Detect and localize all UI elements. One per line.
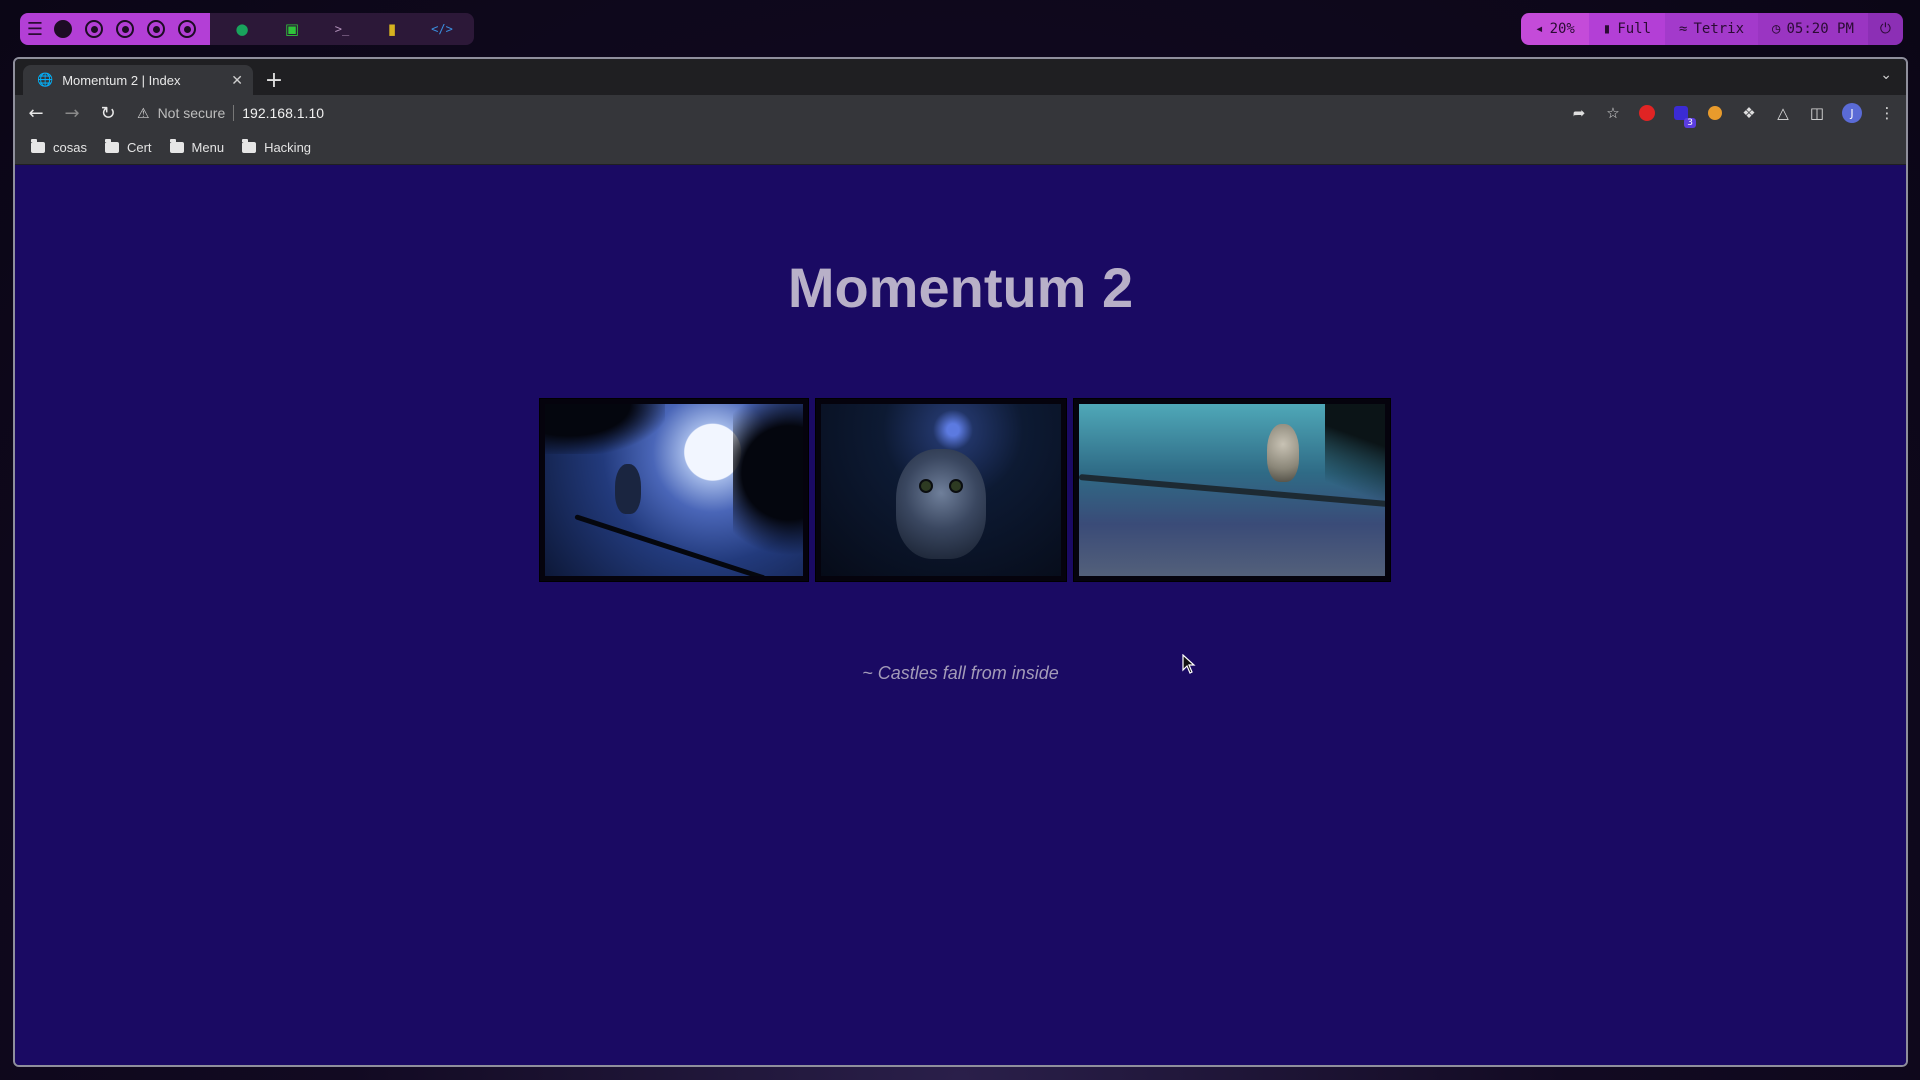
globe-icon: 🌐 — [37, 72, 54, 87]
workspace-1-icon[interactable] — [54, 20, 72, 38]
separator — [233, 105, 235, 121]
extension-red-icon[interactable] — [1638, 104, 1656, 122]
extension-blue-icon[interactable]: 3 — [1672, 104, 1696, 128]
owl-moon-image — [539, 398, 809, 582]
flask-icon[interactable]: △ — [1774, 104, 1792, 122]
workspace-5-icon[interactable] — [178, 20, 196, 38]
bookmark-label: Cert — [126, 140, 152, 155]
bookmark-label: Hacking — [264, 140, 312, 155]
folder-icon[interactable]: ▮ — [382, 19, 402, 39]
owl-branch-image — [1073, 398, 1391, 582]
avatar[interactable]: J — [1842, 103, 1862, 123]
tab-strip: 🌐 Momentum 2 | Index ✕ + ⌄ — [15, 59, 1906, 95]
image-gallery — [539, 398, 1391, 582]
workspace-4-icon[interactable] — [147, 20, 165, 38]
workspace-2-icon[interactable] — [85, 20, 103, 38]
wifi-icon: ≈ — [1679, 21, 1688, 37]
browser-window: 🌐 Momentum 2 | Index ✕ + ⌄ ← → ↻ ⚠ Not s… — [13, 57, 1908, 1067]
volume-indicator[interactable]: ◂ 20% — [1521, 13, 1589, 45]
top-panel: ☰ ● ▣ >_ ▮ </> ◂ 20% ▮ Full ≈ Tetrix ◷ 0… — [20, 13, 1903, 45]
bookmark-label: Menu — [191, 140, 225, 155]
close-icon[interactable]: ✕ — [231, 72, 243, 89]
new-tab-button[interactable]: + — [259, 65, 289, 95]
sidebar-icon[interactable]: ◫ — [1808, 104, 1826, 122]
battery-icon: ▮ — [1602, 21, 1612, 37]
clock[interactable]: ◷ 05:20 PM — [1758, 13, 1868, 45]
security-label: Not secure — [157, 105, 226, 121]
folder-icon — [104, 139, 119, 153]
more-icon[interactable]: ⋮ — [1878, 104, 1896, 122]
bookmark-label: cosas — [53, 140, 87, 155]
app-launcher: ● ▣ >_ ▮ </> — [210, 13, 474, 45]
battery-value: Full — [1617, 21, 1652, 37]
code-icon[interactable]: </> — [431, 19, 453, 39]
owl-closeup-image — [815, 398, 1067, 582]
bookmark-cosas[interactable]: cosas — [31, 139, 87, 155]
menu-icon[interactable]: ☰ — [20, 13, 50, 45]
folder-icon — [31, 139, 45, 153]
battery-indicator[interactable]: ▮ Full — [1588, 13, 1666, 45]
network-name: Tetrix — [1693, 21, 1745, 37]
clock-time: 05:20 PM — [1786, 21, 1854, 37]
speaker-icon: ◂ — [1535, 21, 1544, 37]
package-icon[interactable]: ▣ — [282, 19, 302, 39]
chevron-down-icon[interactable]: ⌄ — [1880, 67, 1892, 83]
quote-text: ~ Castles fall from inside — [862, 663, 1059, 683]
reload-icon[interactable]: ↻ — [97, 103, 119, 124]
forward-arrow-icon[interactable]: → — [61, 103, 83, 124]
address-bar[interactable]: ⚠ Not secure 192.168.1.10 — [137, 105, 1556, 122]
star-icon[interactable]: ☆ — [1604, 104, 1622, 122]
bookmark-menu[interactable]: Menu — [169, 139, 225, 155]
url-text[interactable]: 192.168.1.10 — [242, 105, 324, 121]
clock-icon: ◷ — [1772, 21, 1781, 37]
tab-active[interactable]: 🌐 Momentum 2 | Index ✕ — [23, 65, 253, 95]
extension-orange-icon[interactable] — [1706, 104, 1724, 122]
volume-value: 20% — [1549, 21, 1575, 37]
workspace-3-icon[interactable] — [116, 20, 134, 38]
bookmarks-bar: cosas Cert Menu Hacking — [15, 131, 1906, 165]
share-icon[interactable]: ➦ — [1570, 104, 1588, 122]
tab-title: Momentum 2 | Index — [62, 72, 181, 88]
warning-icon: ⚠ — [137, 104, 150, 121]
bookmark-hacking[interactable]: Hacking — [242, 139, 312, 155]
folder-icon — [242, 139, 257, 153]
page-content: Momentum 2 ~ Castles fall from inside — [15, 165, 1906, 1065]
page-title: Momentum 2 — [787, 256, 1134, 319]
back-arrow-icon[interactable]: ← — [25, 103, 47, 124]
extension-badge: 3 — [1684, 118, 1696, 128]
folder-icon — [169, 139, 184, 153]
browser-icon[interactable]: ● — [232, 19, 252, 39]
power-icon[interactable]: ⏻ — [1867, 13, 1903, 45]
toolbar: ← → ↻ ⚠ Not secure 192.168.1.10 ➦ ☆ 3 ❖ … — [15, 95, 1906, 131]
terminal-icon[interactable]: >_ — [332, 19, 352, 39]
puzzle-icon[interactable]: ❖ — [1740, 104, 1758, 122]
workspace-switcher — [50, 13, 210, 45]
bookmark-cert[interactable]: Cert — [104, 139, 152, 155]
network-indicator[interactable]: ≈ Tetrix — [1665, 13, 1759, 45]
